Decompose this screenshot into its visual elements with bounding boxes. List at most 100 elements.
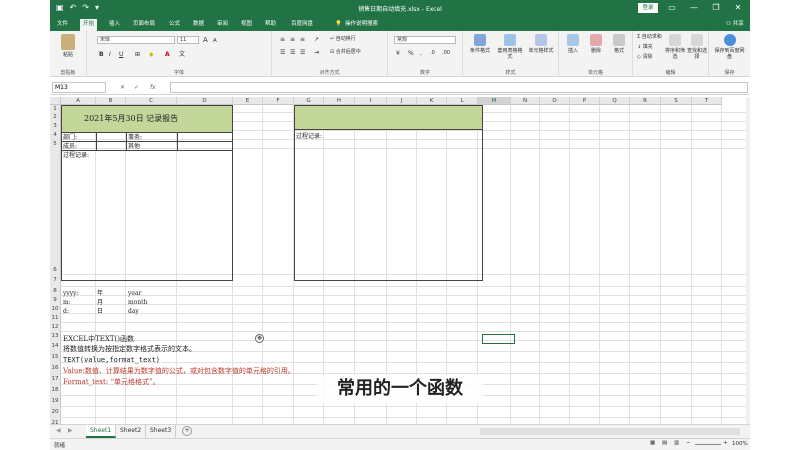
tab-help[interactable]: 帮助 (262, 19, 279, 31)
cell-styles-button[interactable]: 单元格样式 (526, 34, 556, 54)
conditional-format-button[interactable]: 条件格式 (466, 34, 494, 54)
underline-button[interactable]: U (119, 51, 123, 58)
report-title: 2021年5月30日 记录报告 (84, 114, 179, 123)
border-icon[interactable]: ⊞ (135, 51, 140, 58)
font-label: 字体 (173, 70, 184, 76)
paste-button[interactable]: 粘贴 (55, 34, 81, 58)
align-middle-icon[interactable]: ≡ (290, 36, 295, 43)
vertical-scrollbar[interactable] (746, 97, 750, 424)
help-search[interactable]: 操作说明搜索 (342, 19, 381, 31)
save-group: 保存到百度网盘 保存 (709, 31, 750, 77)
zoom-out-icon[interactable]: − (686, 440, 691, 446)
tab-data[interactable]: 数据 (190, 19, 207, 31)
tab-baidu[interactable]: 百度网盘 (288, 19, 316, 31)
page-layout-icon[interactable]: ▤ (662, 440, 667, 446)
number-format-select[interactable]: 常规 (394, 36, 456, 44)
next-sheet-icon[interactable]: ▶ (64, 425, 77, 438)
name-box[interactable]: M13 (52, 82, 106, 93)
align-right-icon[interactable]: ☰ (300, 49, 305, 56)
login-button[interactable]: 登录 (638, 3, 658, 13)
d-cell: d: (63, 308, 69, 315)
sort-filter-button[interactable]: 排序和筛选 (665, 34, 685, 60)
formula-input[interactable] (170, 82, 748, 93)
tab-sheet3[interactable]: Sheet3 (146, 425, 177, 438)
enter-icon[interactable]: ✓ (134, 83, 139, 92)
text-func-title: EXCEL中TEXT()函数 (63, 335, 134, 343)
insert-function-icon[interactable]: fx (150, 83, 156, 92)
year-cell: year (128, 290, 142, 297)
align-center-icon[interactable]: ☰ (290, 49, 295, 56)
tab-formulas[interactable]: 公式 (166, 19, 183, 31)
tab-file[interactable]: 文件 (54, 19, 71, 31)
status-ready: 就绪 (54, 443, 66, 449)
phonetic-icon[interactable]: 文 (179, 51, 185, 58)
active-cell-m13[interactable] (482, 334, 515, 344)
grow-font-button[interactable]: A (203, 37, 208, 44)
align-left-icon[interactable]: ☰ (280, 49, 285, 56)
merge-center-button[interactable]: ⊟ 合并后居中 (330, 49, 361, 56)
bold-button[interactable]: B (99, 51, 104, 58)
share-button[interactable]: ⚇ 共享 (726, 19, 744, 27)
fill-color-icon[interactable]: ◆ (149, 51, 154, 58)
wrap-text-button[interactable]: ↵ 自动换行 (330, 36, 356, 43)
divider-line (61, 141, 233, 142)
yue-cell: 月 (97, 299, 104, 306)
move-cursor-icon: ✥ (255, 334, 264, 343)
restore-button[interactable]: ❐ (706, 2, 726, 14)
cells-label: 单元格 (587, 70, 603, 76)
zoom-in-icon[interactable]: + (723, 440, 728, 446)
align-top-icon[interactable]: ≡ (280, 36, 285, 43)
font-size-select[interactable]: 11 (177, 36, 199, 44)
italic-button[interactable]: I (109, 51, 111, 58)
zoom-slider[interactable] (695, 444, 721, 445)
tab-sheet2[interactable]: Sheet2 (116, 425, 147, 438)
close-button[interactable]: ✕ (728, 2, 748, 14)
alignment-label: 对齐方式 (319, 70, 340, 76)
percent-button[interactable]: % (408, 50, 414, 57)
fill-button[interactable]: ↓ 填充 (637, 44, 653, 51)
normal-view-icon[interactable]: ▦ (650, 440, 655, 446)
title-bar: ▣ ↶ ↷ ▾ 销售日期自动填充.xlsx - Excel 登录 ▭ — ❐ ✕ (50, 0, 750, 17)
currency-icon[interactable]: ¥ (396, 50, 400, 57)
save-to-baidu-button[interactable]: 保存到百度网盘 (713, 34, 746, 60)
font-color-button[interactable]: A (165, 51, 170, 58)
tab-insert[interactable]: 插入 (106, 19, 123, 31)
sort-icon (669, 34, 681, 46)
align-bottom-icon[interactable]: ≡ (300, 36, 305, 43)
other-label: 其他 (128, 143, 141, 150)
horizontal-scrollbar[interactable] (480, 428, 740, 435)
find-select-button[interactable]: 查找和选择 (687, 34, 707, 60)
comma-button[interactable]: , (420, 50, 422, 57)
minimize-button[interactable]: — (684, 2, 704, 14)
orientation-icon[interactable]: ↗ (314, 36, 319, 43)
dept-label: 部门: (63, 134, 78, 141)
ribbon-display-icon[interactable]: ▭ (662, 2, 682, 14)
prev-sheet-icon[interactable]: ◀ (52, 425, 65, 438)
shrink-font-button[interactable]: A (213, 38, 217, 45)
tab-review[interactable]: 审阅 (214, 19, 231, 31)
clear-button[interactable]: ◇ 清除 (637, 54, 652, 61)
format-button[interactable]: 格式 (608, 34, 630, 54)
tab-page-layout[interactable]: 页面布局 (130, 19, 158, 31)
increase-decimal-icon[interactable]: .0 (430, 50, 435, 57)
divider-line (61, 132, 233, 133)
delete-button[interactable]: 删除 (585, 34, 607, 54)
tab-home[interactable]: 开始 (80, 19, 98, 31)
font-name-select[interactable]: 宋体 (97, 36, 175, 44)
cells-group: 插入 删除 格式 单元格 (559, 31, 633, 77)
cancel-icon[interactable]: ✕ (120, 83, 125, 92)
tab-sheet1[interactable]: Sheet1 (86, 425, 117, 438)
tab-view[interactable]: 视图 (238, 19, 255, 31)
decrease-decimal-icon[interactable]: .00 (442, 50, 450, 57)
process-label-right: 过程记录: (296, 133, 323, 140)
clipboard-label: 剪贴板 (60, 70, 76, 76)
add-sheet-button[interactable]: + (182, 426, 192, 436)
page-break-icon[interactable]: ▥ (674, 440, 679, 446)
format-as-table-button[interactable]: 套用表格格式 (496, 34, 524, 60)
indent-icon[interactable]: ⇥ (314, 49, 319, 56)
autosum-button[interactable]: Σ 自动求和 (637, 34, 662, 41)
insert-button[interactable]: 插入 (562, 34, 584, 54)
zoom-level[interactable]: 100% (732, 441, 748, 447)
table-icon (504, 34, 516, 46)
user-icon: ⚇ (726, 21, 733, 27)
